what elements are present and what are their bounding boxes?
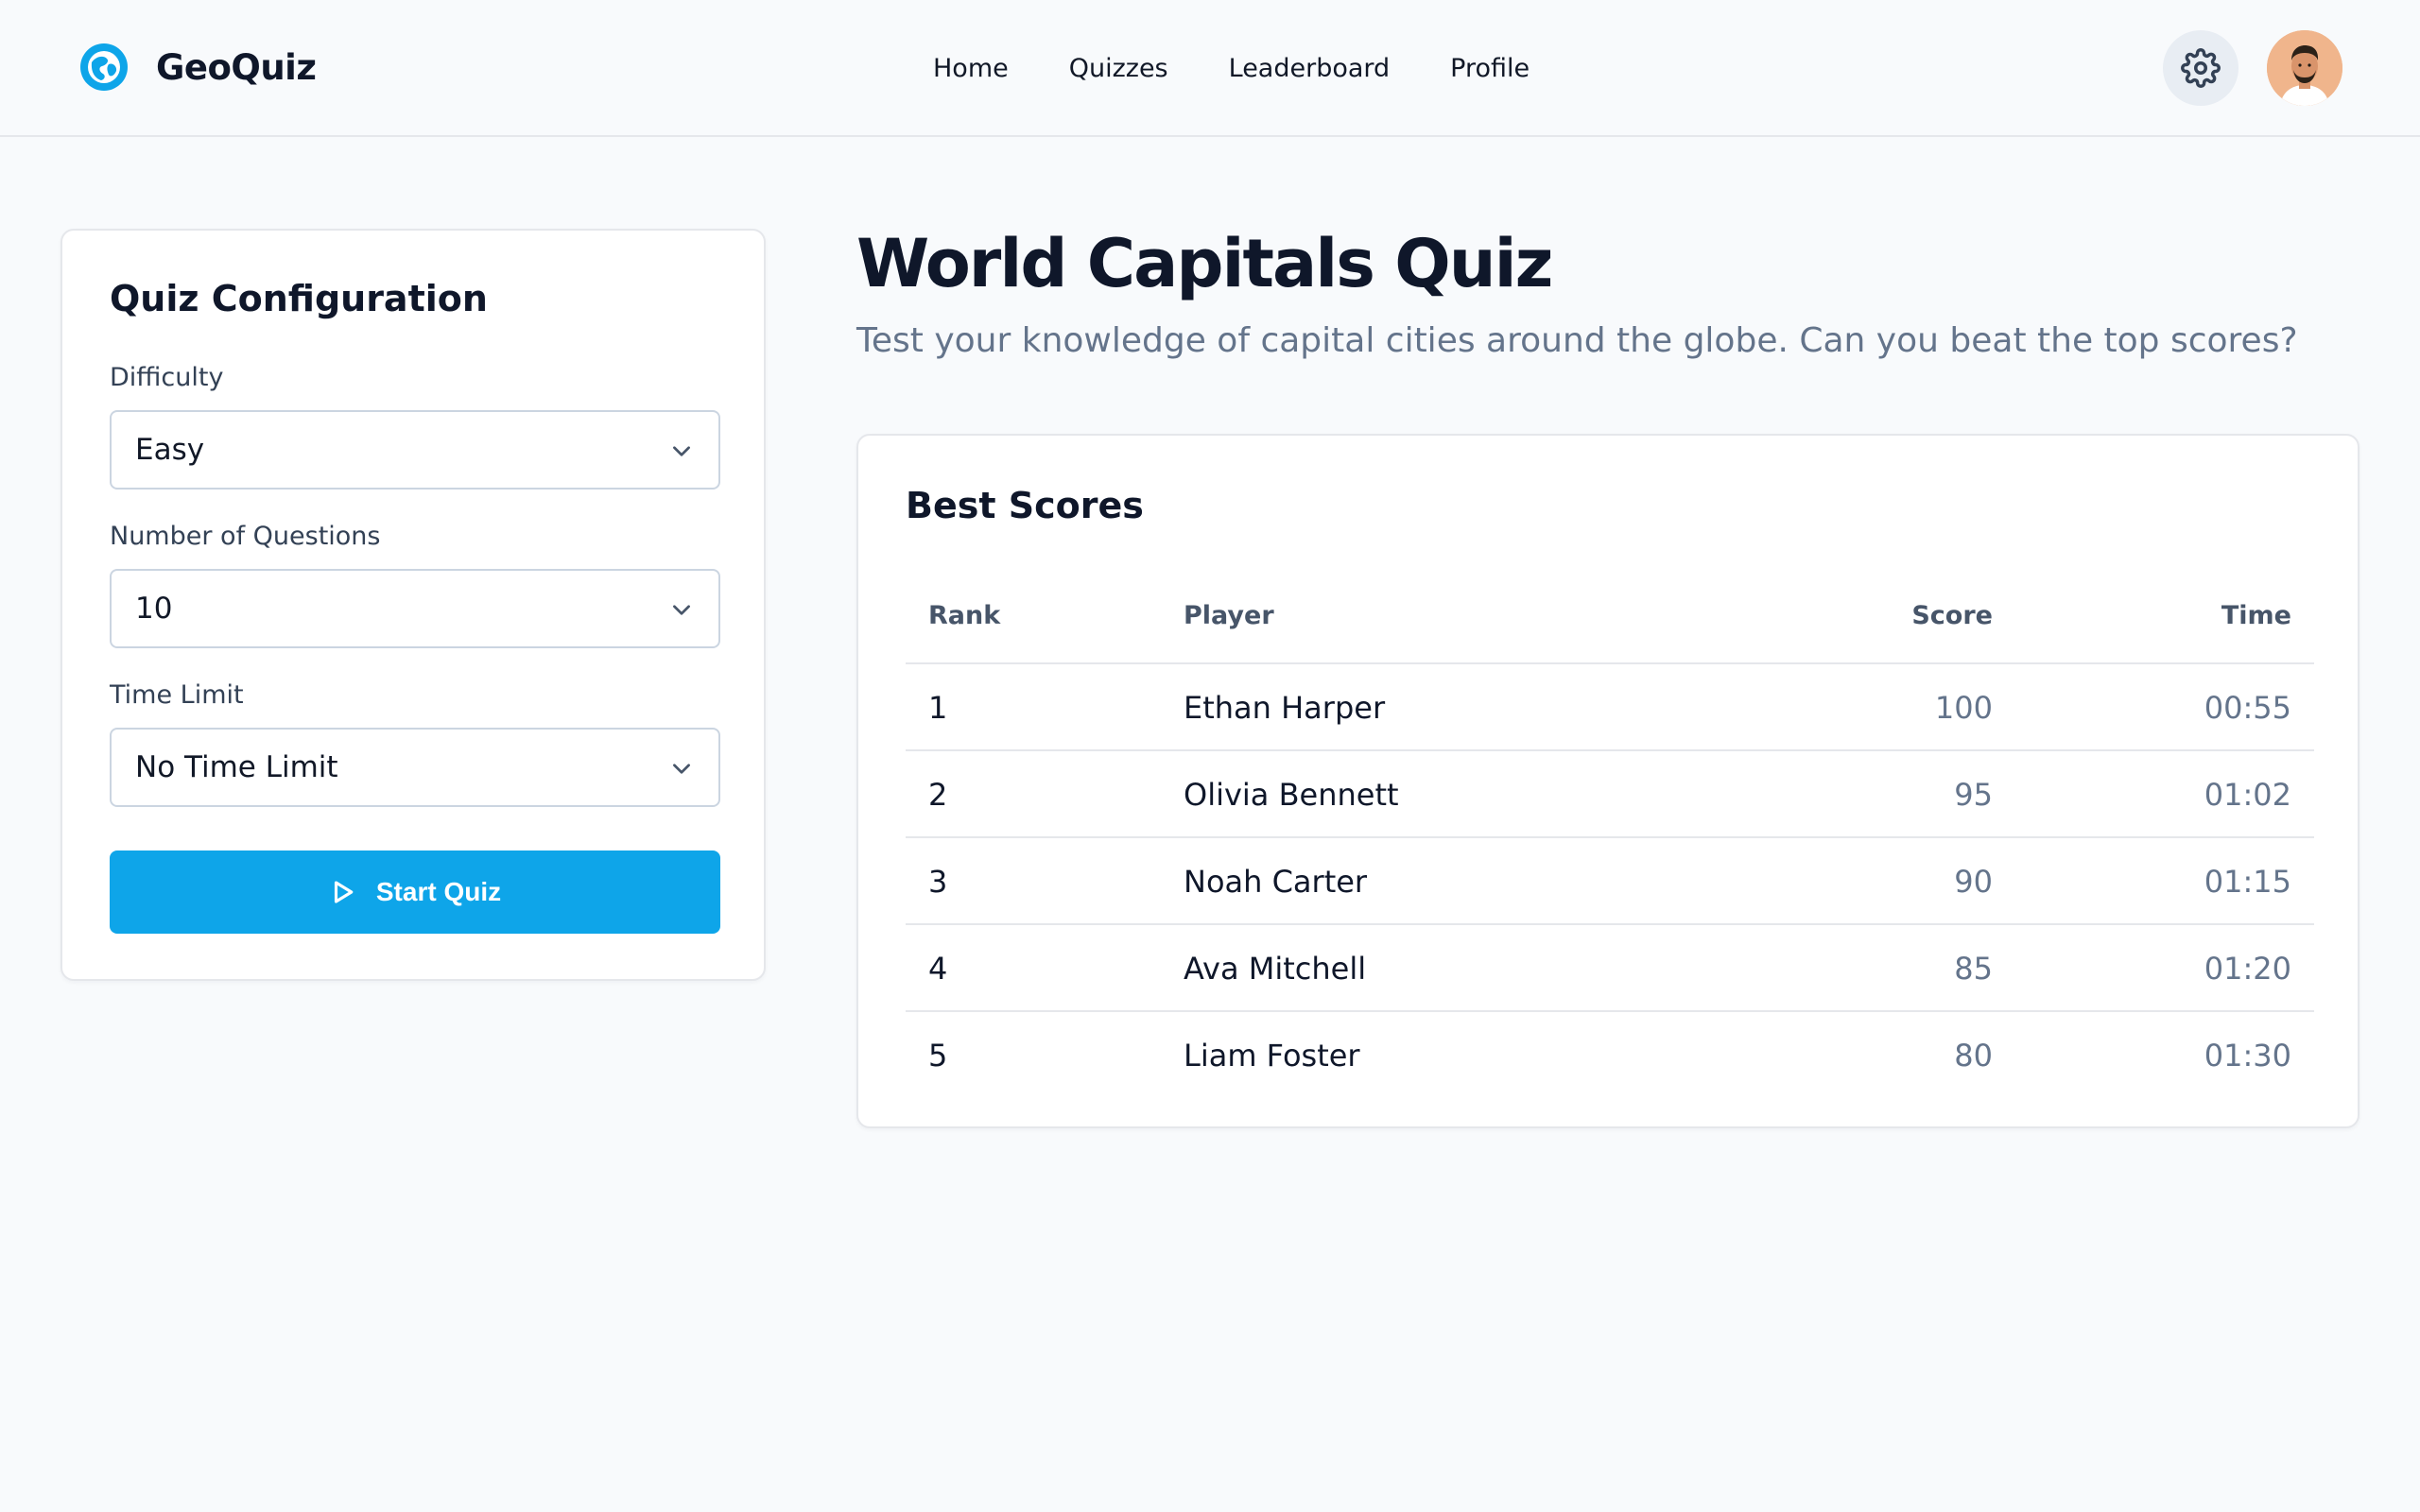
time-limit-label: Time Limit xyxy=(110,680,244,710)
chevron-down-icon xyxy=(673,446,690,456)
settings-button[interactable] xyxy=(2163,30,2238,106)
questions-label: Number of Questions xyxy=(110,522,381,551)
table-row: 1 Ethan Harper 100 00:55 xyxy=(906,664,2314,751)
time-cell: 01:15 xyxy=(2204,864,2291,900)
start-quiz-button[interactable]: Start Quiz xyxy=(110,850,720,934)
quiz-configuration-card: Quiz Configuration Difficulty Easy Numbe… xyxy=(60,229,766,981)
score-cell: 80 xyxy=(1954,1038,1993,1074)
col-player: Player xyxy=(1184,601,1274,630)
brand[interactable]: GeoQuiz xyxy=(78,42,317,93)
questions-value: 10 xyxy=(135,592,173,626)
rank-cell: 4 xyxy=(928,951,948,987)
player-cell: Liam Foster xyxy=(1184,1038,1360,1074)
table-row: 5 Liam Foster 80 01:30 xyxy=(906,1012,2314,1099)
table-row: 2 Olivia Bennett 95 01:02 xyxy=(906,751,2314,838)
config-title: Quiz Configuration xyxy=(110,278,488,319)
score-cell: 85 xyxy=(1954,951,1993,987)
rank-cell: 1 xyxy=(928,690,948,726)
nav-profile[interactable]: Profile xyxy=(1450,47,1530,90)
top-header: GeoQuiz Home Quizzes Leaderboard Profile xyxy=(0,0,2420,137)
start-quiz-label: Start Quiz xyxy=(375,877,502,906)
player-cell: Ava Mitchell xyxy=(1184,951,1367,987)
table-header: Rank Player Score Time xyxy=(906,577,2314,664)
page-title: World Capitals Quiz xyxy=(856,225,1553,302)
user-avatar[interactable] xyxy=(2267,30,2342,106)
score-cell: 100 xyxy=(1934,690,1993,726)
main-nav: Home Quizzes Leaderboard Profile xyxy=(933,47,1590,90)
time-limit-select[interactable]: No Time Limit xyxy=(110,728,720,807)
table-row: 3 Noah Carter 90 01:15 xyxy=(906,838,2314,925)
nav-quizzes[interactable]: Quizzes xyxy=(1069,47,1168,90)
rank-cell: 5 xyxy=(928,1038,948,1074)
col-score: Score xyxy=(1911,601,1993,630)
scores-table: Rank Player Score Time 1 Ethan Harper 10… xyxy=(906,577,2314,1099)
time-limit-value: No Time Limit xyxy=(135,750,338,784)
globe-icon xyxy=(80,43,128,91)
gear-icon xyxy=(2181,48,2221,88)
score-cell: 90 xyxy=(1954,864,1993,900)
chevron-down-icon xyxy=(673,605,690,615)
difficulty-value: Easy xyxy=(135,433,205,467)
col-rank: Rank xyxy=(928,601,1001,630)
col-time: Time xyxy=(2221,601,2291,630)
scores-title: Best Scores xyxy=(906,485,1144,526)
best-scores-card: Best Scores Rank Player Score Time 1 Eth… xyxy=(856,434,2360,1128)
brand-name: GeoQuiz xyxy=(156,46,317,88)
difficulty-select[interactable]: Easy xyxy=(110,410,720,490)
time-cell: 01:02 xyxy=(2204,777,2291,813)
rank-cell: 2 xyxy=(928,777,948,813)
time-cell: 00:55 xyxy=(2204,690,2291,726)
avatar-image xyxy=(2267,30,2342,106)
player-cell: Noah Carter xyxy=(1184,864,1368,900)
questions-select[interactable]: 10 xyxy=(110,569,720,648)
difficulty-label: Difficulty xyxy=(110,363,224,392)
rank-cell: 3 xyxy=(928,864,948,900)
page-subtitle: Test your knowledge of capital cities ar… xyxy=(856,321,2298,360)
nav-leaderboard[interactable]: Leaderboard xyxy=(1229,47,1391,90)
chevron-down-icon xyxy=(673,764,690,774)
player-cell: Olivia Bennett xyxy=(1184,777,1399,813)
table-row: 4 Ava Mitchell 85 01:20 xyxy=(906,925,2314,1012)
time-cell: 01:20 xyxy=(2204,951,2291,987)
nav-home[interactable]: Home xyxy=(933,47,1009,90)
play-icon xyxy=(334,881,354,903)
time-cell: 01:30 xyxy=(2204,1038,2291,1074)
player-cell: Ethan Harper xyxy=(1184,690,1386,726)
score-cell: 95 xyxy=(1954,777,1993,813)
